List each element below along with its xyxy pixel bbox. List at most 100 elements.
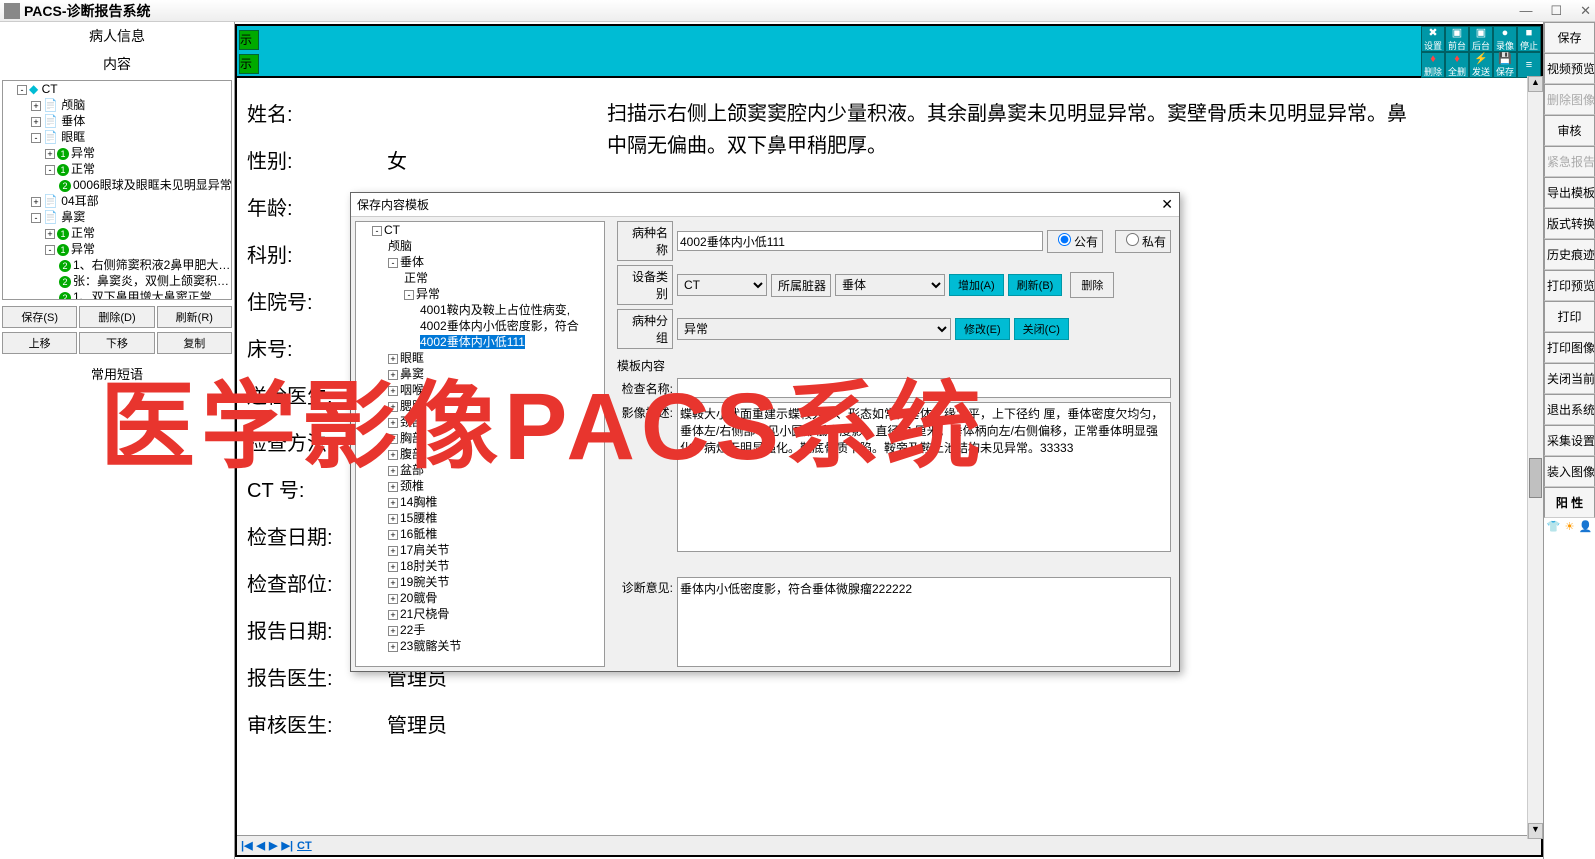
close-button[interactable]: ✕ <box>1580 3 1591 19</box>
dlg-tree-node[interactable]: 正常 <box>404 270 604 286</box>
report-scrollbar[interactable]: ▲ ▼ <box>1527 76 1543 839</box>
refresh-button[interactable]: 刷新(B) <box>1008 274 1063 296</box>
tree-node[interactable]: +1正常 <box>45 225 231 241</box>
tree-moveup-button[interactable]: 上移 <box>2 332 77 354</box>
dlg-tree-leaf-selected[interactable]: 4002垂体内小低111 <box>420 334 604 350</box>
tab-nav-last[interactable]: ▶| <box>281 839 293 852</box>
head-icon[interactable]: 👤 <box>1579 520 1593 534</box>
tb-send-icon[interactable]: ⚡发送 <box>1469 52 1493 78</box>
toolbar-green-button-1[interactable]: 示 <box>239 30 259 50</box>
tree-node[interactable]: +1异常 <box>45 145 231 161</box>
dlg-tree-node[interactable]: +19腕关节 <box>388 574 604 590</box>
rbtn-exit-system[interactable]: 退出系统 <box>1544 394 1595 425</box>
tree-node[interactable]: +📄 颅脑 <box>31 97 231 113</box>
tab-nav-first[interactable]: |◀ <box>241 839 253 852</box>
rbtn-urgent-report[interactable]: 紧急报告 <box>1544 146 1595 177</box>
tb-front-icon[interactable]: ▣前台 <box>1445 26 1469 52</box>
dlg-tree-node[interactable]: +18肘关节 <box>388 558 604 574</box>
rbtn-save[interactable]: 保存 <box>1544 22 1595 53</box>
dialog-tree[interactable]: -CT 颅脑 -垂体 正常 -异常 4001鞍内及鞍上占位性病变, 4002垂体… <box>355 221 605 667</box>
rbtn-print-image[interactable]: 打印图像 <box>1544 332 1595 363</box>
delete-button[interactable]: 删除 <box>1070 272 1114 298</box>
dlg-tree-node[interactable]: +腹部 <box>388 446 604 462</box>
tree-node[interactable]: +📄 垂体 <box>31 113 231 129</box>
maximize-button[interactable]: ☐ <box>1550 3 1562 19</box>
edit-button[interactable]: 修改(E) <box>955 318 1010 340</box>
rbtn-close-current[interactable]: 关闭当前 <box>1544 363 1595 394</box>
dlg-tree-node[interactable]: +盆部 <box>388 462 604 478</box>
rbtn-video-preview[interactable]: 视频预览 <box>1544 53 1595 84</box>
private-radio[interactable]: 私有 <box>1115 230 1171 253</box>
tree-save-button[interactable]: 保存(S) <box>2 306 77 328</box>
dlg-tree-node[interactable]: +腮腺 <box>388 398 604 414</box>
tb-back-icon[interactable]: ▣后台 <box>1469 26 1493 52</box>
tb-save-icon[interactable]: 💾保存 <box>1493 52 1517 78</box>
rbtn-positive[interactable]: 阳 性 <box>1544 487 1595 518</box>
disease-name-input[interactable] <box>677 231 1043 251</box>
add-button[interactable]: 增加(A) <box>949 274 1004 296</box>
rbtn-delete-image[interactable]: 删除图像 <box>1544 84 1595 115</box>
rbtn-format-convert[interactable]: 版式转换 <box>1544 208 1595 239</box>
exam-name-input[interactable] <box>677 378 1171 398</box>
rbtn-load-image[interactable]: 装入图像 <box>1544 456 1595 487</box>
tb-extra-icon[interactable]: ≡ <box>1517 52 1541 78</box>
dlg-tree-leaf[interactable]: 4001鞍内及鞍上占位性病变, <box>420 302 604 318</box>
tree-node[interactable]: -1异常 21、右侧筛窦积液2鼻甲肥大… 2张：鼻窦炎，双侧上颌窦积… 21、双… <box>45 241 231 300</box>
dlg-tree-node[interactable]: +鼻窦 <box>388 366 604 382</box>
dlg-tree-node[interactable]: -异常 4001鞍内及鞍上占位性病变, 4002垂体内小低密度影，符合 4002… <box>404 286 604 350</box>
dlg-tree-node[interactable]: +颈部 <box>388 414 604 430</box>
disease-group-select[interactable]: 异常 <box>677 318 951 340</box>
rbtn-print-preview[interactable]: 打印预览 <box>1544 270 1595 301</box>
dlg-tree-leaf[interactable]: 4002垂体内小低密度影，符合 <box>420 318 604 334</box>
sun-icon[interactable]: ☀ <box>1563 520 1577 534</box>
tab-nav-prev[interactable]: ◀ <box>257 839 265 852</box>
tree-node[interactable]: +📄 04耳部 <box>31 193 231 209</box>
tree-delete-button[interactable]: 删除(D) <box>79 306 154 328</box>
rbtn-export-template[interactable]: 导出模板 <box>1544 177 1595 208</box>
tree-node[interactable]: -📄 眼眶 +1异常 -1正常 20006眼球及眼眶未见明显异常 <box>31 129 231 193</box>
tree-leaf[interactable]: 21、右侧筛窦积液2鼻甲肥大… <box>59 257 231 273</box>
dlg-tree-node[interactable]: +17肩关节 <box>388 542 604 558</box>
public-radio[interactable]: 公有 <box>1047 230 1103 253</box>
scroll-down-arrow[interactable]: ▼ <box>1528 823 1543 839</box>
template-tree[interactable]: -◆ CT +📄 颅脑 +📄 垂体 -📄 眼眶 +1异常 -1正常 20006眼… <box>2 80 232 300</box>
tree-leaf[interactable]: 21、双下鼻甲增大鼻窦正常 <box>59 289 231 300</box>
tree-node[interactable]: -📄 鼻窦 +1正常 -1异常 21、右侧筛窦积液2鼻甲肥大… 2张：鼻窦炎，双… <box>31 209 231 300</box>
rbtn-print[interactable]: 打印 <box>1544 301 1595 332</box>
tree-leaf[interactable]: 2张：鼻窦炎，双侧上颌窦积… <box>59 273 231 289</box>
dlg-tree-node[interactable]: 颅脑 <box>388 238 604 254</box>
rbtn-capture-settings[interactable]: 采集设置 <box>1544 425 1595 456</box>
dlg-tree-node[interactable]: +咽喉 <box>388 382 604 398</box>
device-type-select[interactable]: CT <box>677 274 767 296</box>
dlg-tree-node[interactable]: +23髋髂关节 <box>388 638 604 654</box>
tree-movedown-button[interactable]: 下移 <box>79 332 154 354</box>
tb-settings-icon[interactable]: ✖设置 <box>1421 26 1445 52</box>
scroll-up-arrow[interactable]: ▲ <box>1528 76 1543 92</box>
dialog-close-icon[interactable]: ✕ <box>1161 196 1173 213</box>
organ-select[interactable]: 垂体 <box>835 274 945 296</box>
toolbar-green-button-2[interactable]: 示 <box>239 54 259 74</box>
dlg-tree-node[interactable]: +21尺桡骨 <box>388 606 604 622</box>
tb-stop-icon[interactable]: ■停止 <box>1517 26 1541 52</box>
diagnosis-textarea[interactable] <box>677 577 1171 667</box>
image-desc-textarea[interactable] <box>677 402 1171 552</box>
scroll-thumb[interactable] <box>1529 458 1542 498</box>
rbtn-audit[interactable]: 审核 <box>1544 115 1595 146</box>
rbtn-history[interactable]: 历史痕迹 <box>1544 239 1595 270</box>
dlg-tree-node[interactable]: +颈椎 <box>388 478 604 494</box>
tree-copy-button[interactable]: 复制 <box>157 332 232 354</box>
dlg-tree-node[interactable]: +16骶椎 <box>388 526 604 542</box>
tb-deleteall-icon[interactable]: ♦全删 <box>1445 52 1469 78</box>
tb-delete-icon[interactable]: ♦删除 <box>1421 52 1445 78</box>
tree-node[interactable]: -1正常 20006眼球及眼眶未见明显异常 <box>45 161 231 193</box>
dlg-tree-node[interactable]: +22手 <box>388 622 604 638</box>
dlg-tree-node[interactable]: -垂体 正常 -异常 4001鞍内及鞍上占位性病变, 4002垂体内小低密度影，… <box>388 254 604 350</box>
shirt-icon[interactable]: 👕 <box>1547 520 1561 534</box>
tab-ct[interactable]: CT <box>297 840 312 852</box>
tree-refresh-button[interactable]: 刷新(R) <box>157 306 232 328</box>
dlg-tree-node[interactable]: +眼眶 <box>388 350 604 366</box>
minimize-button[interactable]: — <box>1519 3 1532 19</box>
close-dlg-button[interactable]: 关闭(C) <box>1014 318 1069 340</box>
dlg-tree-node[interactable]: +15腰椎 <box>388 510 604 526</box>
dlg-tree-node[interactable]: +20髋骨 <box>388 590 604 606</box>
